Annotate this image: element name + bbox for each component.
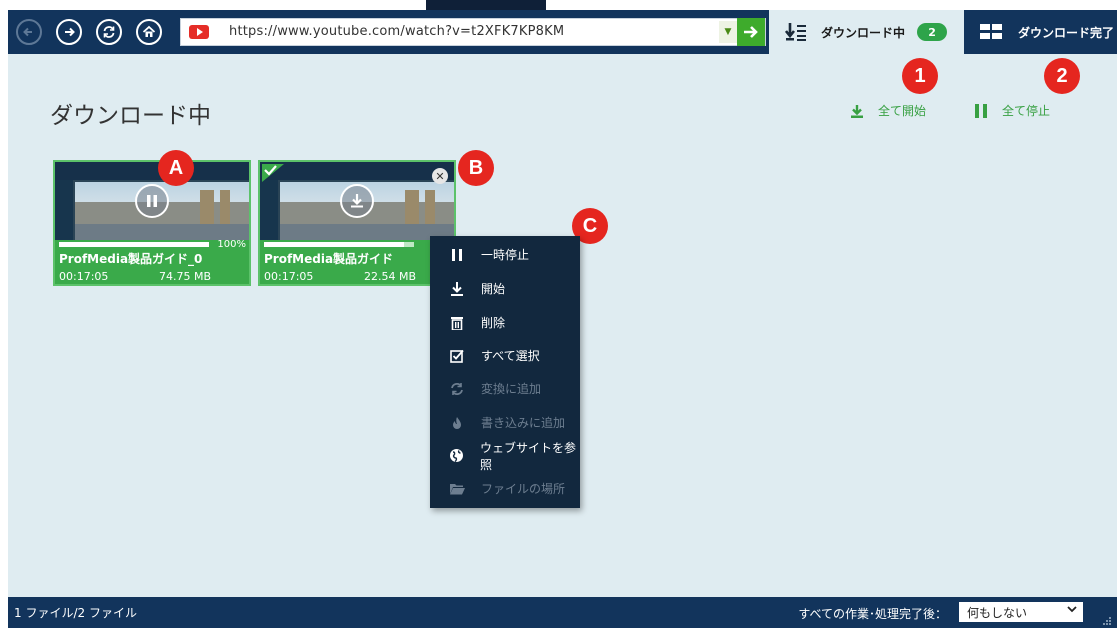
context-menu: 一時停止 開始 削除 すべて選択 変換に追加 書き込みに追加 ウェブサイトを参照… [430, 236, 580, 508]
menu-item-browse-website[interactable]: ウェブサイトを参照 [430, 439, 580, 472]
download-icon [449, 281, 465, 296]
home-button[interactable] [136, 19, 162, 45]
menu-item-label: すべて選択 [481, 349, 540, 363]
menu-item-select-all[interactable]: すべて選択 [430, 339, 580, 372]
back-icon [23, 27, 32, 37]
status-bar: 1 ファイル/2 ファイル すべての作業･処理完了後： 何もしない [8, 597, 1117, 628]
stop-all-label: 全て停止 [1002, 104, 1051, 118]
video-thumbnail [55, 162, 249, 240]
remove-button[interactable]: ✕ [432, 168, 448, 184]
file-name: ProfMedia製品ガイド [264, 252, 394, 266]
progress-fill [264, 242, 404, 247]
pause-icon [975, 103, 987, 118]
menu-item-add-to-convert[interactable]: 変換に追加 [430, 372, 580, 405]
download-card[interactable]: 100% ProfMedia製品ガイド_0 00:17:05 74.75 MB [53, 160, 251, 286]
menu-item-label: 一時停止 [481, 248, 530, 262]
menu-item-label: ウェブサイトを参照 [480, 440, 577, 472]
file-count: 1 ファイル/2 ファイル [14, 606, 137, 620]
menu-item-label: 削除 [481, 316, 506, 330]
globe-icon [449, 448, 464, 463]
progress-percent: 100% [217, 239, 246, 250]
url-bar[interactable]: https://www.youtube.com/watch?v=t2XFK7KP… [180, 18, 766, 46]
menu-item-label: 書き込みに追加 [481, 416, 566, 430]
menu-item-label: ファイルの場所 [481, 482, 566, 496]
menu-item-file-location[interactable]: ファイルの場所 [430, 472, 580, 505]
download-icon [351, 194, 363, 208]
duration: 00:17:05 [264, 270, 314, 283]
start-all-label: 全て開始 [878, 104, 927, 118]
duration: 00:17:05 [59, 270, 109, 283]
after-complete-label: すべての作業･処理完了後： [798, 607, 947, 621]
url-dropdown-button[interactable]: ▼ [719, 21, 737, 43]
annotation-marker-1: 1 [902, 58, 938, 94]
file-name: ProfMedia製品ガイド_0 [59, 252, 203, 266]
tab-downloading[interactable]: ダウンロード中 2 [769, 10, 964, 54]
pause-icon [449, 248, 465, 261]
home-icon [142, 25, 156, 37]
folder-icon [449, 482, 465, 495]
download-count-badge: 2 [917, 23, 948, 41]
stop-all-button[interactable]: 全て停止 [974, 102, 1050, 119]
selected-check-icon [262, 164, 284, 182]
download-card[interactable]: ✕ ProfMedia製品ガイド 00:17:05 22.54 MB [258, 160, 456, 286]
youtube-icon [189, 25, 209, 39]
tab-completed[interactable]: ダウンロード完了 [964, 10, 1117, 54]
progress-fill [59, 242, 209, 247]
go-button[interactable] [737, 18, 765, 46]
start-button[interactable] [340, 184, 374, 218]
menu-item-add-to-burn[interactable]: 書き込みに追加 [430, 406, 580, 439]
file-size: 22.54 MB [363, 270, 416, 283]
annotation-marker-2: 2 [1044, 58, 1080, 94]
menu-item-pause[interactable]: 一時停止 [430, 238, 580, 271]
page-title: ダウンロード中 [50, 103, 211, 129]
annotation-marker-a: A [158, 150, 194, 186]
refresh-button[interactable] [96, 19, 122, 45]
url-input[interactable]: https://www.youtube.com/watch?v=t2XFK7KP… [229, 24, 564, 39]
chevron-down-icon [1067, 604, 1077, 617]
annotation-marker-b: B [458, 150, 494, 186]
pause-button[interactable] [135, 184, 169, 218]
forward-button[interactable] [56, 19, 82, 45]
forward-icon [65, 27, 75, 37]
tab-completed-label: ダウンロード完了 [1018, 25, 1115, 40]
refresh-icon [103, 26, 115, 38]
convert-icon [449, 382, 465, 396]
menu-item-delete[interactable]: 削除 [430, 306, 580, 339]
tab-downloading-label: ダウンロード中 [821, 25, 906, 40]
menu-item-label: 変換に追加 [481, 382, 542, 396]
after-complete-select[interactable]: 何もしない [959, 602, 1083, 622]
menu-item-label: 開始 [481, 282, 506, 296]
grid-view-icon [980, 24, 1002, 40]
top-toolbar: https://www.youtube.com/watch?v=t2XFK7KP… [0, 0, 1117, 54]
trash-icon [449, 316, 465, 330]
video-thumbnail [260, 162, 454, 240]
menu-item-start[interactable]: 開始 [430, 272, 580, 305]
arrow-right-icon [744, 26, 758, 38]
back-button[interactable] [16, 19, 42, 45]
after-complete-value: 何もしない [967, 605, 1028, 620]
pause-icon [147, 195, 157, 207]
progress-bar [59, 242, 209, 247]
progress-bar [264, 242, 414, 247]
burn-icon [449, 416, 465, 430]
download-icon [851, 104, 863, 118]
file-size: 74.75 MB [158, 270, 211, 283]
checkbox-icon [449, 349, 465, 363]
window-edge [426, 0, 546, 10]
resize-grip-icon[interactable] [1103, 617, 1111, 625]
start-all-button[interactable]: 全て開始 [850, 102, 926, 119]
download-list-icon [784, 22, 807, 42]
